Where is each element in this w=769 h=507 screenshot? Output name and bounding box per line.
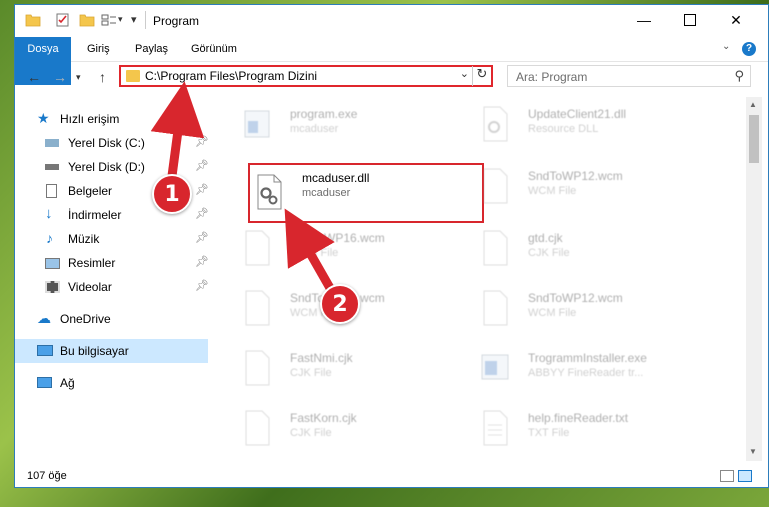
step-badge-1: 1 <box>152 174 192 214</box>
arrow-to-address-bar <box>150 81 205 177</box>
step-badge-2: 2 <box>320 284 360 324</box>
annotation-arrows <box>150 81 335 291</box>
arrow-to-file <box>284 208 335 291</box>
